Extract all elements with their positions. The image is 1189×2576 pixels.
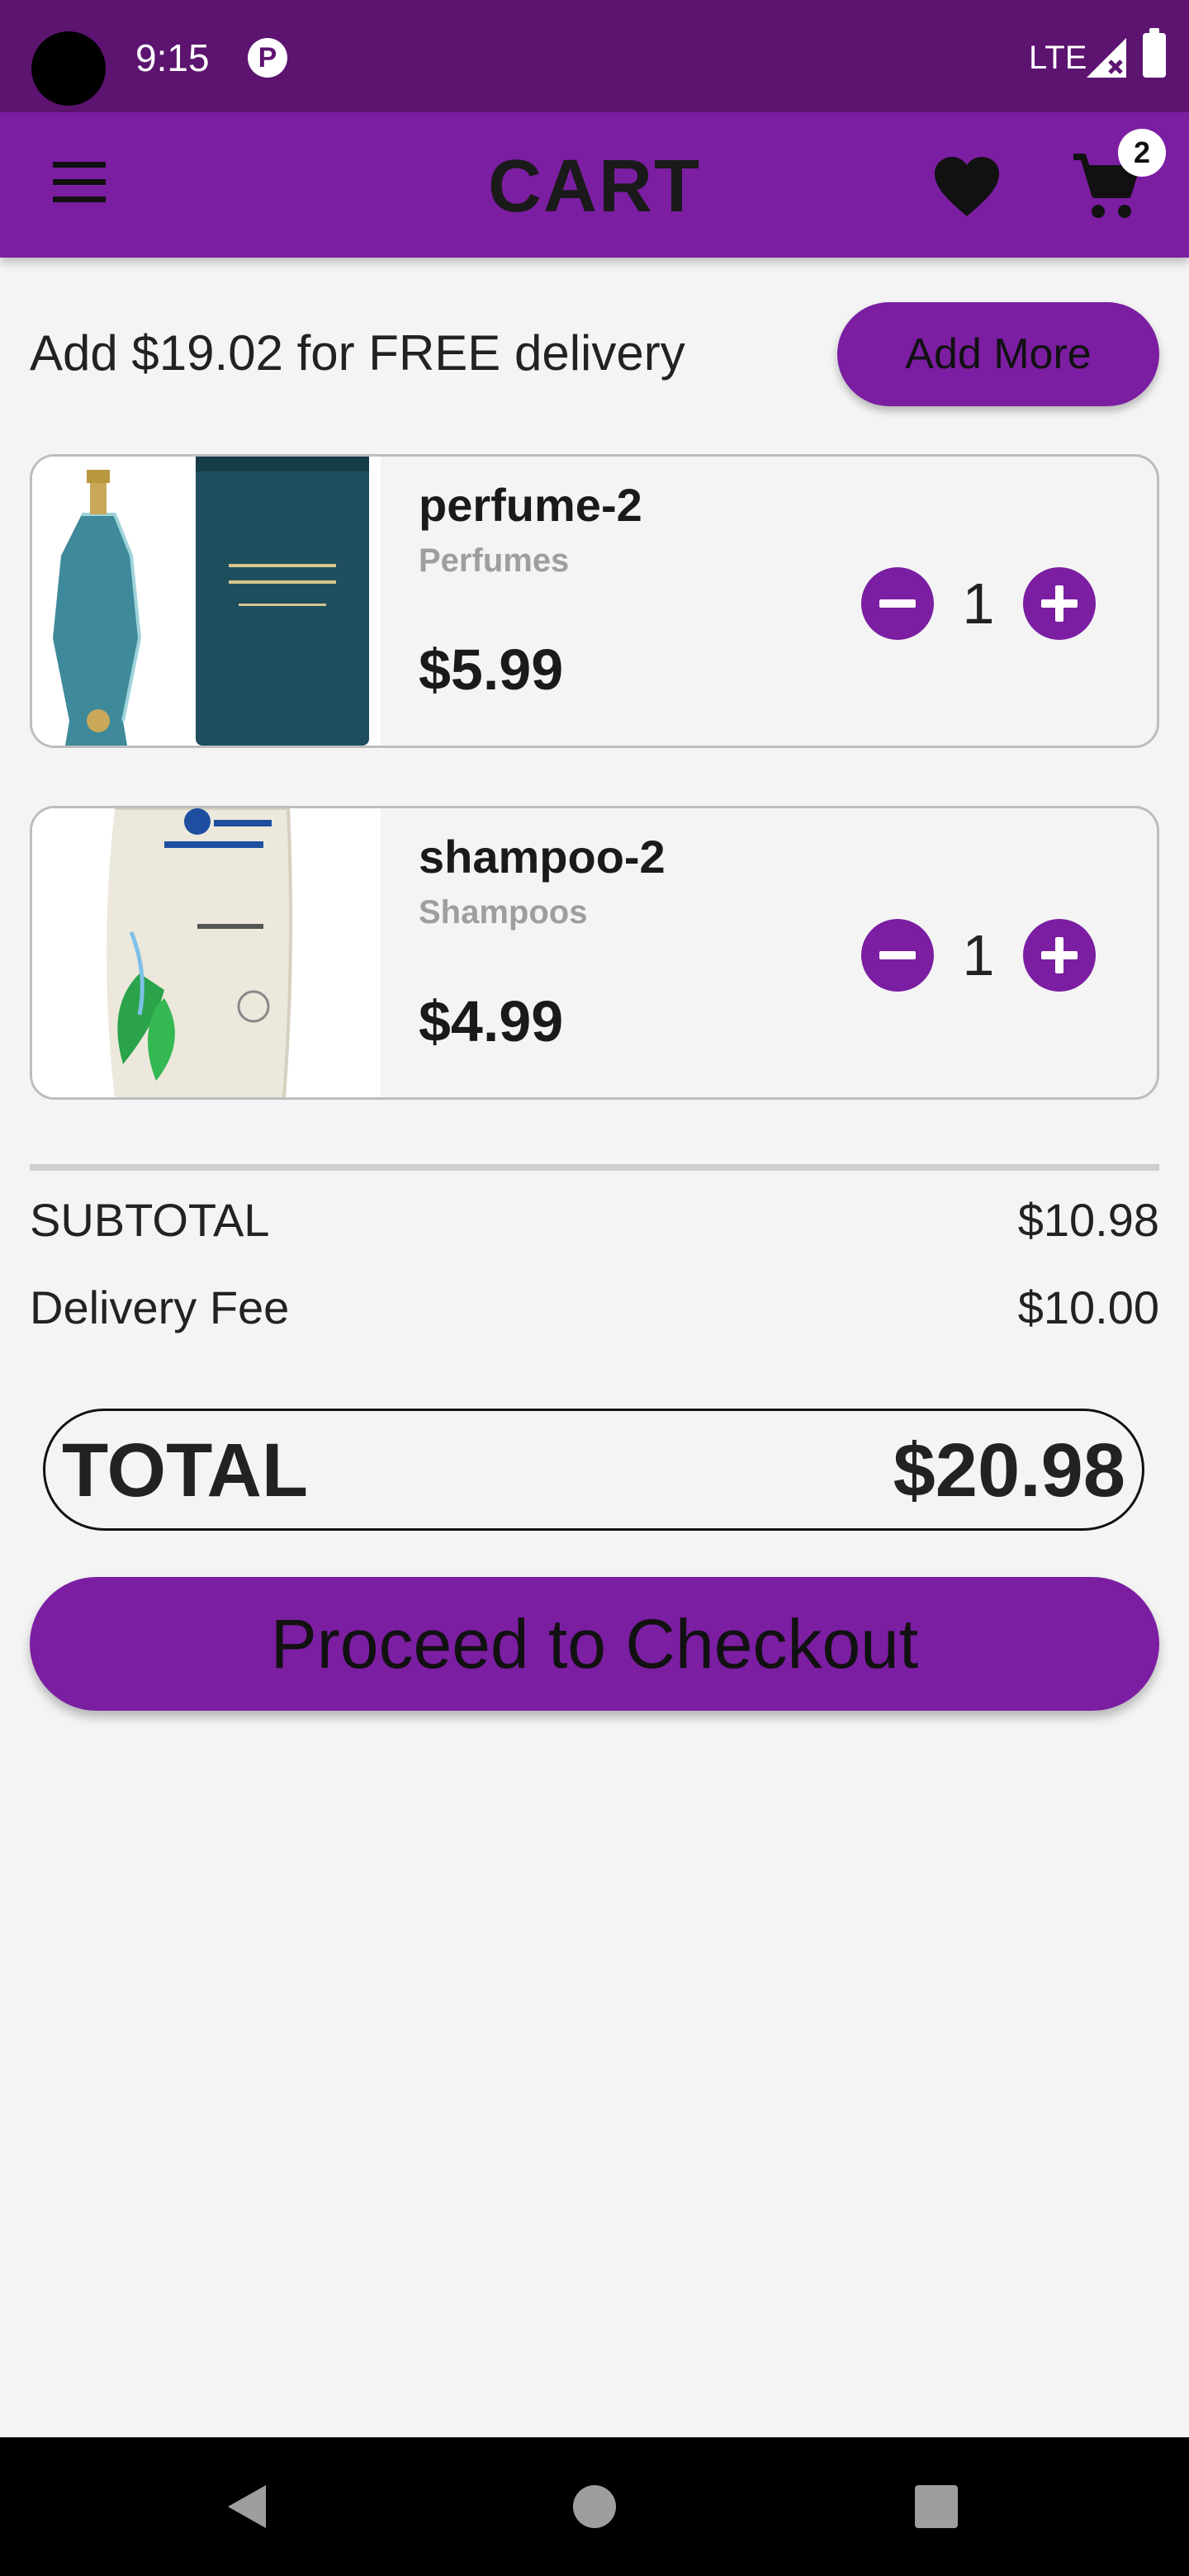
camera-cutout: [31, 31, 106, 106]
cart-item: shampoo-2 Shampoos $4.99 1: [30, 806, 1159, 1100]
back-icon[interactable]: [221, 2480, 274, 2533]
add-more-button[interactable]: Add More: [837, 302, 1159, 406]
status-bar: 9:15 P LTE: [0, 0, 1189, 112]
item-name: shampoo-2: [419, 831, 666, 883]
notification-app-icon: P: [248, 38, 287, 78]
item-quantity: 1: [962, 923, 995, 987]
item-price: $5.99: [419, 637, 564, 702]
item-price: $4.99: [419, 989, 564, 1054]
signal-icon: [1087, 38, 1126, 78]
home-icon[interactable]: [573, 2485, 616, 2528]
item-name: perfume-2: [419, 479, 642, 531]
minus-icon[interactable]: [861, 919, 934, 992]
subtotal-label: SUBTOTAL: [30, 1194, 270, 1246]
cart-count-badge: 2: [1118, 129, 1166, 177]
item-quantity: 1: [962, 571, 995, 636]
plus-icon[interactable]: [1023, 919, 1096, 992]
minus-icon[interactable]: [861, 567, 934, 640]
network-type-label: LTE: [1029, 40, 1087, 76]
item-category: Shampoos: [419, 894, 588, 930]
shampoo-product-image: [32, 808, 381, 1097]
recents-icon[interactable]: [915, 2485, 958, 2528]
item-category: Perfumes: [419, 542, 570, 579]
plus-icon[interactable]: [1023, 567, 1096, 640]
battery-icon: [1143, 28, 1166, 78]
total-box: TOTAL $20.98: [43, 1409, 1144, 1531]
delivery-fee-label: Delivery Fee: [30, 1281, 290, 1333]
cart-item: perfume-2 Perfumes $5.99 1: [30, 454, 1159, 748]
proceed-to-checkout-button[interactable]: Proceed to Checkout: [30, 1577, 1159, 1711]
subtotal-row: SUBTOTAL $10.98: [30, 1187, 1159, 1253]
system-navigation-bar: [0, 2437, 1189, 2576]
total-label: TOTAL: [62, 1428, 309, 1513]
subtotal-value: $10.98: [1017, 1194, 1159, 1246]
delivery-fee-row: Delivery Fee $10.00: [30, 1275, 1159, 1341]
free-delivery-message: Add $19.02 for FREE delivery: [30, 325, 685, 381]
app-bar: CART 2: [0, 112, 1189, 258]
heart-icon[interactable]: [933, 155, 1001, 218]
perfume-product-image: [32, 457, 381, 746]
page-title: CART: [488, 145, 701, 228]
delivery-fee-value: $10.00: [1017, 1281, 1159, 1333]
status-time: 9:15: [135, 36, 210, 79]
total-value: $20.98: [893, 1428, 1125, 1513]
summary-divider: [30, 1164, 1159, 1171]
